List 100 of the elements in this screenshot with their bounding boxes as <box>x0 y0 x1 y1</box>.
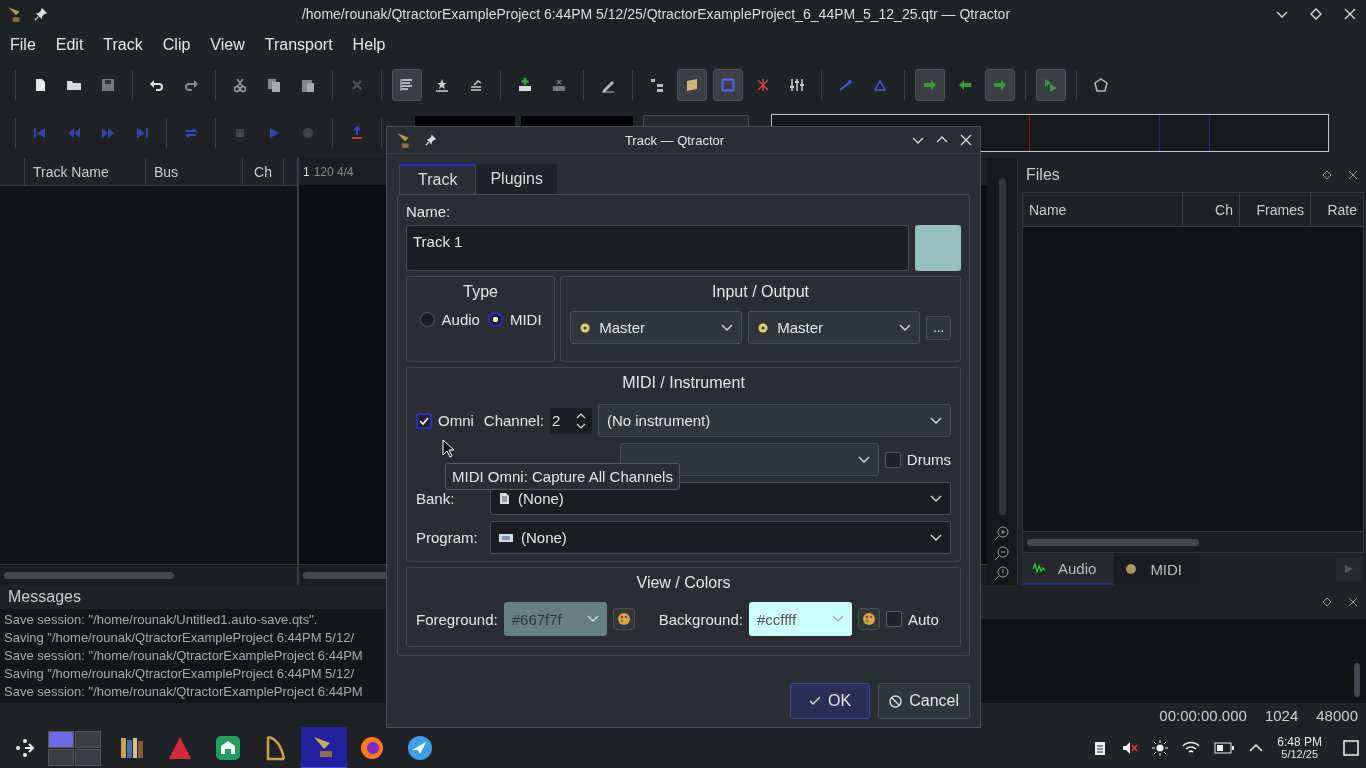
column-header[interactable]: Rate <box>1311 193 1363 226</box>
program-dropdown[interactable]: (None) <box>490 521 951 554</box>
close-icon[interactable] <box>1348 597 1358 607</box>
muted-speaker-icon[interactable] <box>1122 740 1139 756</box>
background-dropdown[interactable]: #ccffff <box>748 602 852 636</box>
more-button[interactable]: ... <box>926 315 951 340</box>
toolbar-icon <box>66 125 82 141</box>
battery-icon[interactable] <box>1214 742 1235 754</box>
right-arrow-button[interactable] <box>985 69 1015 101</box>
checkbox[interactable] <box>885 611 902 627</box>
toolbar-icon <box>300 77 316 93</box>
caret-icon <box>586 615 599 623</box>
palette-button[interactable] <box>857 608 880 630</box>
column-header[interactable]: Ch <box>243 158 284 185</box>
float-icon[interactable] <box>1322 170 1332 180</box>
column-header[interactable]: Name <box>1023 193 1183 226</box>
maximize-icon[interactable] <box>1310 8 1322 20</box>
ok-button[interactable]: OK <box>790 683 871 719</box>
palette-icon <box>616 612 631 626</box>
arrows-button[interactable] <box>1036 69 1066 101</box>
tab[interactable]: MIDI <box>1114 554 1201 584</box>
desktop-pager[interactable] <box>48 730 101 766</box>
message-line: Save session: "/home/rounak/QtractorExampleProject 6:44PM <box>4 647 363 665</box>
group-title: Type <box>462 283 499 301</box>
toolbar-icon <box>349 125 365 141</box>
channel-spinbox[interactable]: 2 <box>549 407 592 434</box>
caret-icon <box>930 533 942 542</box>
menu-item[interactable]: File <box>0 36 46 54</box>
tooltip: MIDI Omni: Capture All Channels <box>445 463 680 490</box>
palette-button[interactable] <box>612 608 635 630</box>
toolbar-icon <box>1093 77 1109 93</box>
zoom-reset-icon[interactable] <box>994 565 1010 581</box>
tab[interactable]: Plugins <box>476 164 557 194</box>
close-icon[interactable] <box>1348 170 1358 180</box>
radio-option[interactable]: Audio <box>419 311 480 328</box>
check-icon <box>419 415 429 426</box>
show-desktop-icon[interactable] <box>1343 740 1359 756</box>
toolbar-icon <box>755 77 771 93</box>
bird-icon <box>406 734 434 762</box>
scrollbar-thumb[interactable] <box>1027 538 1199 546</box>
column-header[interactable]: Ch <box>1183 193 1240 226</box>
status-field: 48000 <box>1316 707 1358 724</box>
right-arrow-button[interactable] <box>915 69 945 101</box>
pin-icon[interactable] <box>425 134 437 146</box>
input-dropdown[interactable]: Master <box>570 311 743 344</box>
radio-option[interactable]: MIDI <box>487 311 542 328</box>
checkbox[interactable] <box>416 412 432 429</box>
cancel-button[interactable]: Cancel <box>878 683 970 719</box>
group-title: View / Colors <box>635 574 732 592</box>
toolbar-icon <box>183 77 199 93</box>
color-swatch[interactable] <box>915 225 961 271</box>
output-dropdown[interactable]: Master <box>748 311 921 344</box>
zoom-out-icon[interactable] <box>994 545 1010 561</box>
cancel-icon <box>889 694 903 708</box>
clock[interactable]: 6:48 PM 5/12/25 <box>1277 736 1322 760</box>
note-button[interactable] <box>677 69 707 101</box>
column-header[interactable]: Bus <box>146 158 243 185</box>
document-icon <box>499 492 510 505</box>
toolbar-icon <box>720 77 736 93</box>
menu-item[interactable]: Edit <box>45 36 94 54</box>
scrollbar-thumb[interactable] <box>998 178 1006 515</box>
caret-icon <box>857 455 870 464</box>
caret-icon <box>831 615 844 623</box>
tab[interactable]: Track <box>399 164 477 194</box>
panel-title: Messages <box>8 588 82 606</box>
menu-item[interactable]: View <box>200 36 255 54</box>
menu-item[interactable]: Track <box>93 36 153 54</box>
background-label: Background: <box>658 610 743 628</box>
toolbar-icon <box>266 77 282 93</box>
clock-time: 6:48 PM <box>1277 736 1322 748</box>
midi-port-icon <box>579 321 592 334</box>
float-icon[interactable] <box>1322 597 1332 607</box>
column-header[interactable]: Frames <box>1240 193 1311 226</box>
name-field[interactable]: Track 1 <box>406 225 909 271</box>
program-label: Program: <box>416 529 479 546</box>
spin-arrows-icon <box>575 411 586 430</box>
checkbox-label: Drums <box>906 451 951 468</box>
instrument-dropdown[interactable]: (No instrument) <box>597 404 951 437</box>
zoom-in-icon[interactable] <box>994 525 1010 541</box>
channel-label: Channel: <box>483 412 544 429</box>
scrollbar-thumb[interactable] <box>1354 663 1360 697</box>
toolbar-icon <box>100 125 116 141</box>
radio-button[interactable] <box>419 312 435 327</box>
column-header[interactable]: Track Name <box>25 158 146 185</box>
mouse-pointer-icon <box>442 439 456 459</box>
menu-item[interactable]: Help <box>342 36 396 54</box>
lines-button[interactable] <box>392 69 422 101</box>
menu-item[interactable]: Transport <box>254 36 343 54</box>
palette-icon <box>861 612 876 626</box>
group-title: Input / Output <box>711 283 811 301</box>
checkbox[interactable] <box>884 451 901 468</box>
caret-icon <box>899 323 912 332</box>
pin-icon[interactable] <box>34 7 48 21</box>
radio-button[interactable] <box>487 312 503 327</box>
menu-item[interactable]: Clip <box>152 36 201 54</box>
toolbar-icon <box>134 125 150 141</box>
scrollbar-thumb[interactable] <box>4 571 174 579</box>
tab[interactable]: Audio <box>1022 553 1115 585</box>
wifi-icon[interactable] <box>1182 740 1201 756</box>
brightness-icon[interactable] <box>1152 740 1169 756</box>
